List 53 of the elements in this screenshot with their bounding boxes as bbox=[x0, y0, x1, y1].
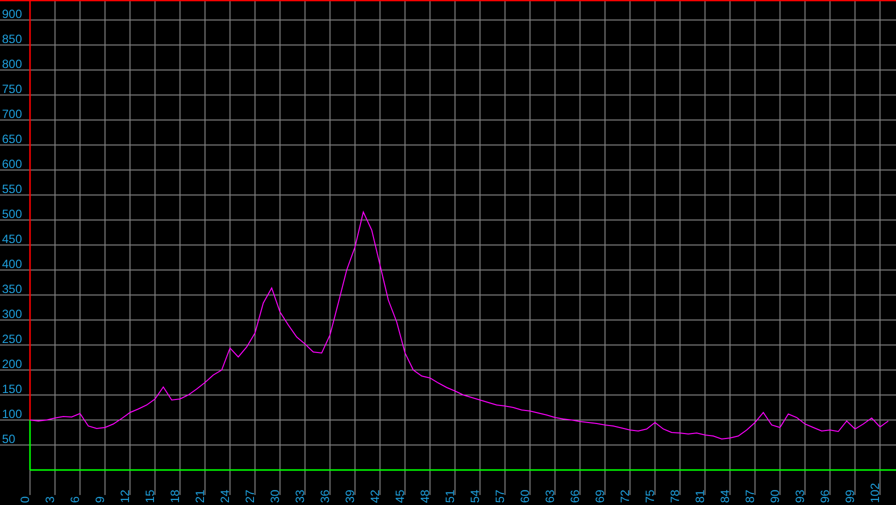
axis-label: 96 bbox=[818, 490, 832, 503]
axis-label: 69 bbox=[593, 490, 607, 503]
axis-label: 24 bbox=[218, 490, 232, 503]
axis-label: 200 bbox=[2, 357, 22, 371]
axis-label: 99 bbox=[843, 490, 857, 503]
axis-label: 60 bbox=[518, 490, 532, 503]
axis-label: 21 bbox=[193, 490, 207, 503]
axis-label: 39 bbox=[343, 490, 357, 503]
axis-label: 45 bbox=[393, 490, 407, 503]
axis-label: 500 bbox=[2, 207, 22, 221]
axis-label: 30 bbox=[268, 490, 282, 503]
axis-label: 51 bbox=[443, 490, 457, 503]
axis-label: 550 bbox=[2, 182, 22, 196]
axis-label: 300 bbox=[2, 307, 22, 321]
axis-label: 78 bbox=[668, 490, 682, 503]
axis-label: 33 bbox=[293, 490, 307, 503]
axis-label: 84 bbox=[718, 490, 732, 503]
axis-label: 87 bbox=[743, 490, 757, 503]
axis-label: 50 bbox=[2, 432, 16, 446]
axis-label: 27 bbox=[243, 490, 257, 503]
axis-label: 90 bbox=[768, 490, 782, 503]
axis-label: 3 bbox=[43, 496, 57, 503]
axis-label: 750 bbox=[2, 82, 22, 96]
axis-label: 75 bbox=[643, 490, 657, 503]
axis-label: 48 bbox=[418, 490, 432, 503]
axis-label: 81 bbox=[693, 490, 707, 503]
axis-label: 66 bbox=[568, 490, 582, 503]
axis-label: 72 bbox=[618, 490, 632, 503]
axis-label: 36 bbox=[318, 490, 332, 503]
axis-label: 93 bbox=[793, 490, 807, 503]
axis-label: 450 bbox=[2, 232, 22, 246]
axis-label: 42 bbox=[368, 490, 382, 503]
axis-label: 102 bbox=[868, 482, 882, 503]
axis-label: 0 bbox=[18, 496, 32, 503]
axis-label: 18 bbox=[168, 490, 182, 503]
axis-label: 57 bbox=[493, 490, 507, 503]
axis-label: 800 bbox=[2, 57, 22, 71]
axis-label: 600 bbox=[2, 157, 22, 171]
axis-label: 850 bbox=[2, 32, 22, 46]
axis-label: 9 bbox=[93, 496, 107, 503]
axis-label: 250 bbox=[2, 332, 22, 346]
axis-label: 150 bbox=[2, 382, 22, 396]
axis-label: 15 bbox=[143, 490, 157, 503]
axis-label: 100 bbox=[2, 407, 22, 421]
axis-label: 400 bbox=[2, 257, 22, 271]
axis-label: 700 bbox=[2, 107, 22, 121]
axis-label: 54 bbox=[468, 490, 482, 503]
axis-label: 12 bbox=[118, 490, 132, 503]
axis-label: 350 bbox=[2, 282, 22, 296]
axis-label: 63 bbox=[543, 490, 557, 503]
axis-label: 650 bbox=[2, 132, 22, 146]
axis-label: 6 bbox=[68, 496, 82, 503]
axis-label: 900 bbox=[2, 7, 22, 21]
